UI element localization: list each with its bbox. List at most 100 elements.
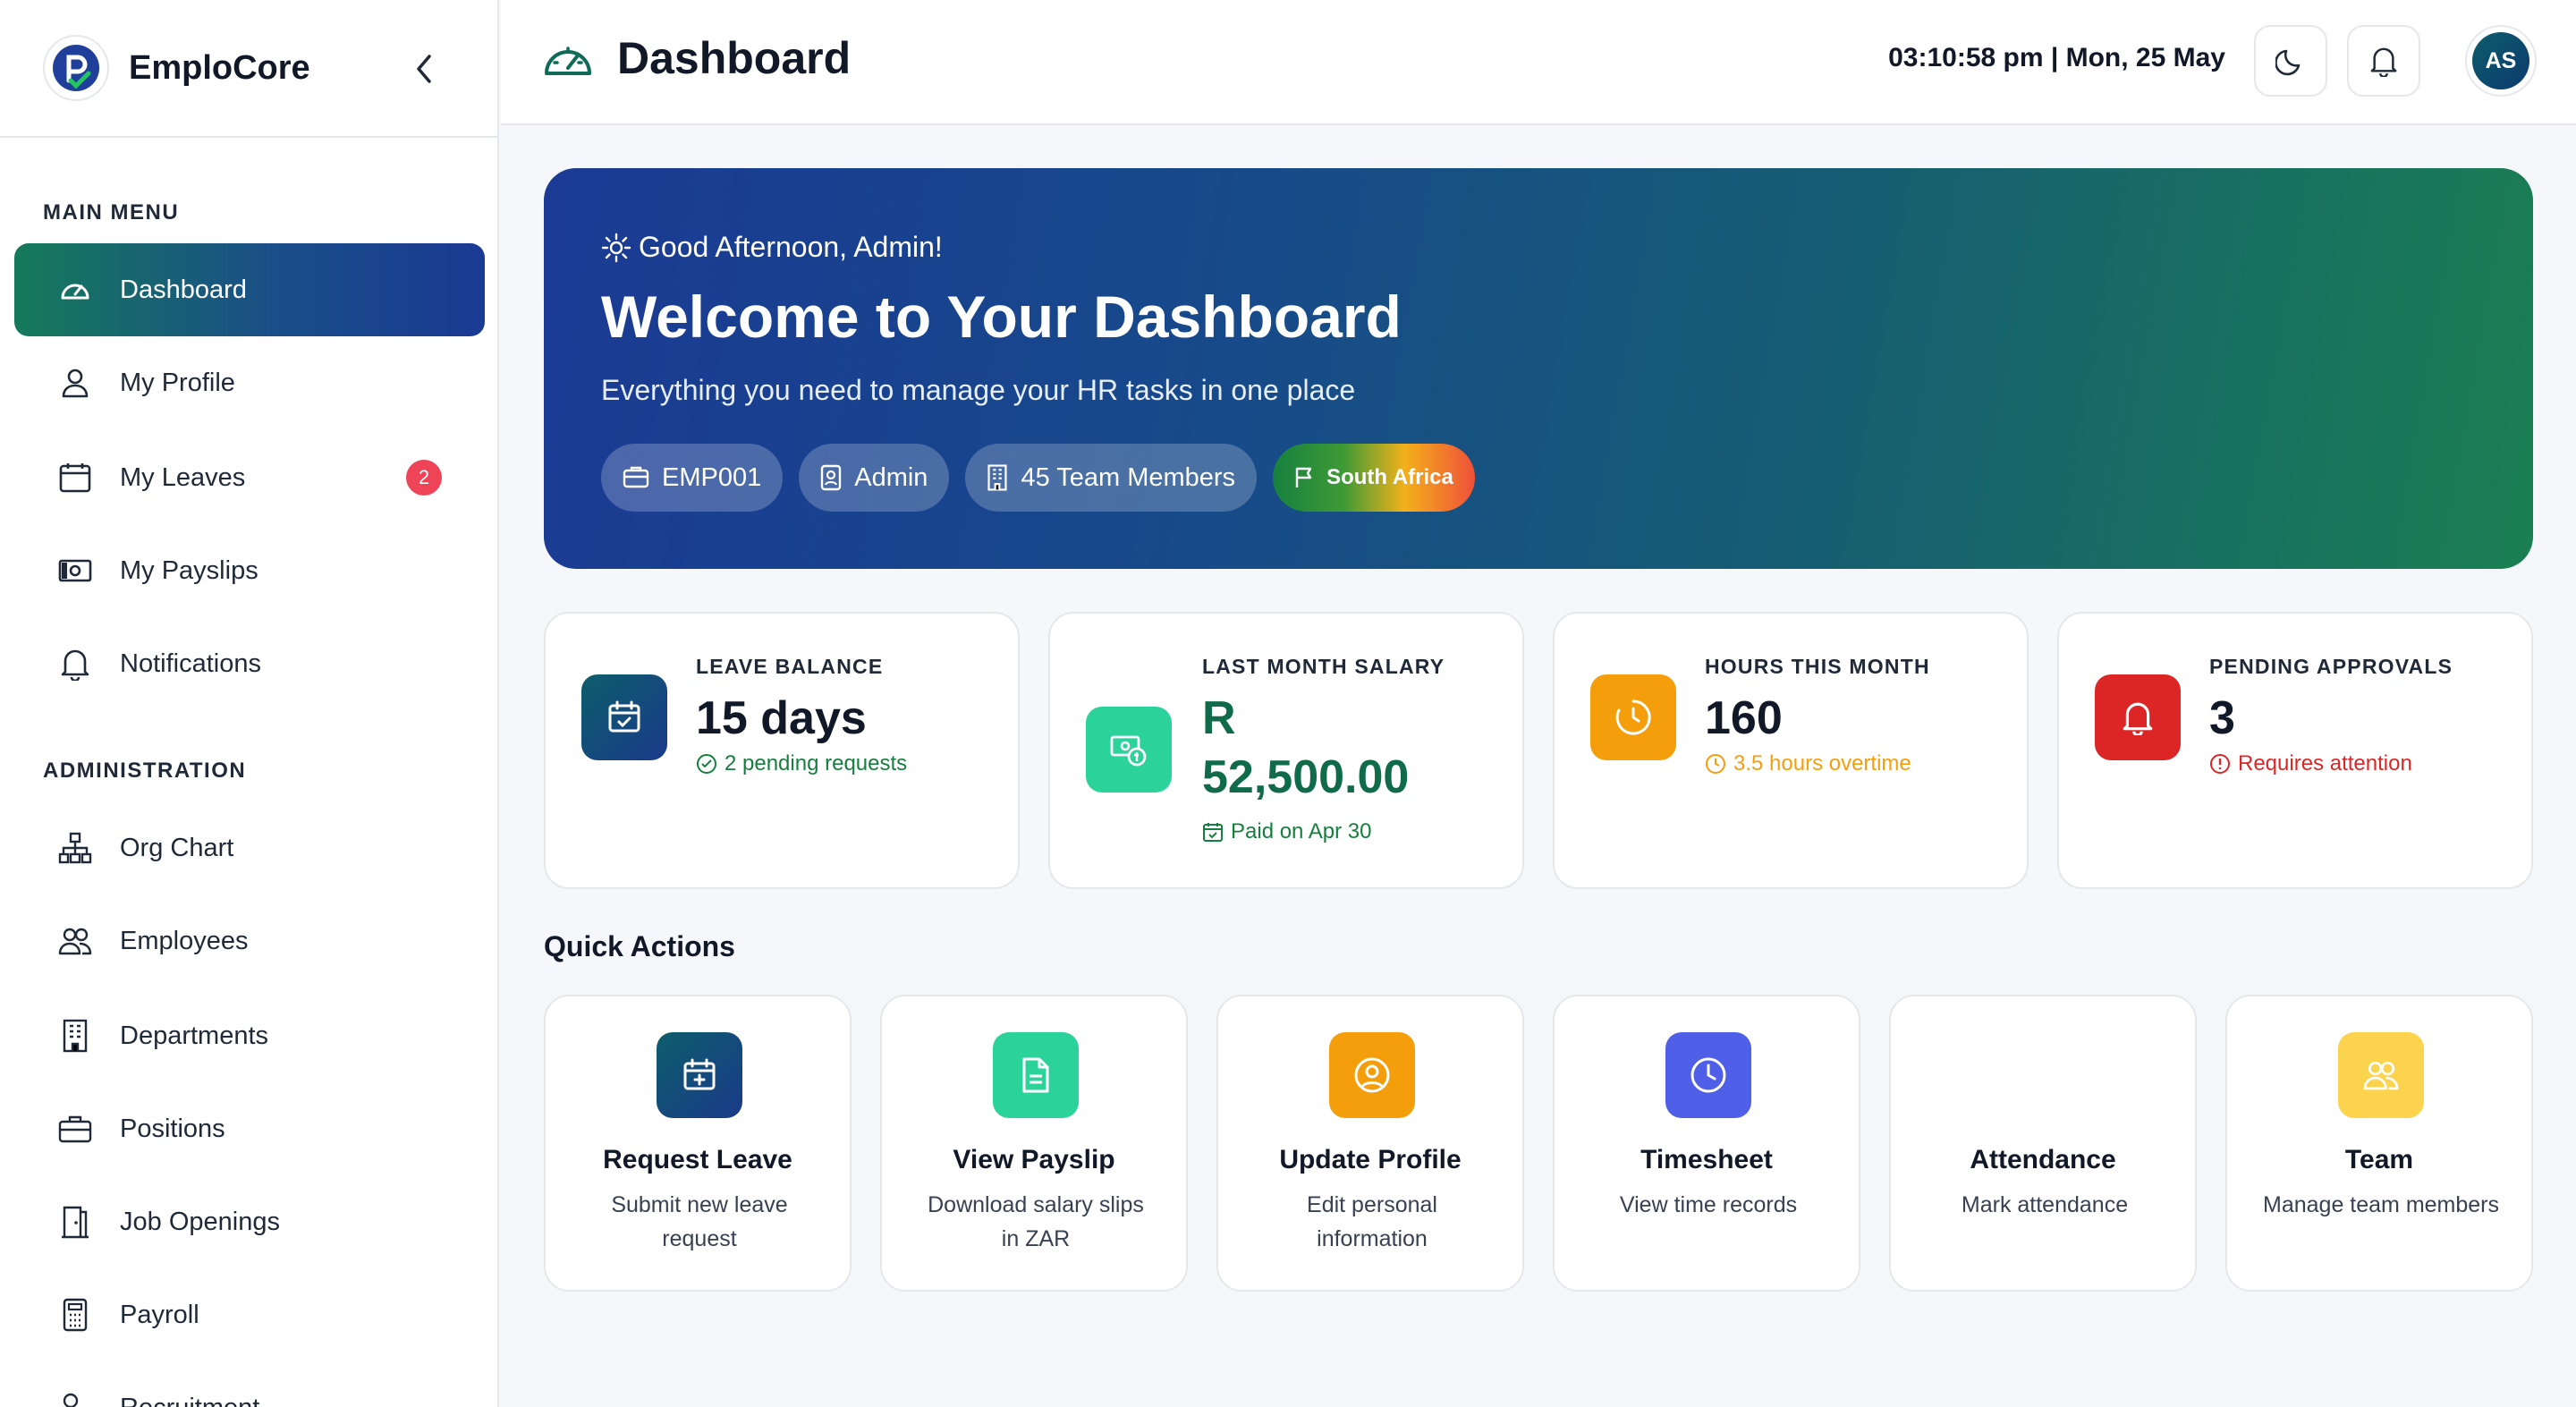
- sidebar-item-my-profile[interactable]: My Profile: [14, 336, 485, 429]
- pill-label: South Africa: [1326, 465, 1453, 489]
- check-circle-icon: [697, 754, 716, 774]
- app-logo: [43, 35, 109, 101]
- banknote-icon: [57, 553, 93, 589]
- stat-note-text: Requires attention: [2238, 751, 2412, 776]
- sidebar-item-notifications[interactable]: Notifications: [14, 617, 485, 710]
- flag-icon: [1294, 466, 1314, 489]
- pill-label: Admin: [854, 462, 928, 492]
- administration-title: ADMINISTRATION: [43, 759, 247, 783]
- main-menu-title: MAIN MENU: [43, 200, 180, 225]
- user-avatar[interactable]: AS: [2465, 25, 2537, 97]
- sidebar-item-label: Notifications: [120, 648, 261, 678]
- bell-icon: [57, 646, 93, 682]
- user-plus-icon: [57, 1390, 93, 1407]
- action-description: Download salary slips in ZAR: [928, 1192, 1144, 1251]
- badge-icon: [820, 464, 842, 491]
- stat-value: 3: [2209, 692, 2235, 744]
- document-icon: [993, 1032, 1079, 1118]
- stat-note-text: 2 pending requests: [724, 751, 908, 776]
- stat-label: PENDING APPROVALS: [2209, 655, 2453, 678]
- check-icon: [2002, 1032, 2088, 1118]
- stat-label: LAST MONTH SALARY: [1202, 655, 1445, 678]
- stat-note-text: Paid on Apr 30: [1231, 819, 1372, 843]
- moon-icon: [2275, 49, 2301, 76]
- action-title: Timesheet: [1640, 1145, 1773, 1174]
- sidebar-item-label: Employees: [120, 926, 249, 955]
- stat-note: Requires attention: [2209, 751, 2412, 776]
- clock-icon: [1706, 754, 1725, 774]
- building-icon: [987, 464, 1008, 491]
- stat-label: LEAVE BALANCE: [696, 655, 884, 678]
- sidebar-item-my-leaves[interactable]: My Leaves 2: [14, 431, 485, 524]
- pill-label: EMP001: [662, 462, 762, 492]
- user-circle-icon: [1329, 1032, 1415, 1118]
- sidebar-item-dashboard[interactable]: Dashboard: [14, 243, 485, 336]
- gauge-icon: [57, 272, 93, 308]
- greeting: Good Afternoon, Admin!: [601, 231, 943, 264]
- stat-note: Paid on Apr 30: [1202, 819, 1371, 844]
- quick-actions-title: Quick Actions: [544, 930, 735, 962]
- sidebar-item-org-chart[interactable]: Org Chart: [14, 801, 485, 894]
- hours-this-month-card: HOURS THIS MONTH 160 3.5 hours overtime: [1553, 612, 2029, 889]
- datetime-display: 03:10:58 pm | Mon, 25 May: [1888, 43, 2225, 72]
- calendar-plus-icon: [657, 1032, 742, 1118]
- sidebar-item-job-openings[interactable]: Job Openings: [14, 1175, 485, 1268]
- pending-approvals-card: PENDING APPROVALS 3 Requires attention: [2057, 612, 2533, 889]
- sidebar-item-label: My Payslips: [120, 555, 258, 585]
- building-icon: [57, 1018, 93, 1054]
- stat-label: HOURS THIS MONTH: [1705, 655, 1930, 678]
- request-leave-action[interactable]: Request Leave Submit new leave request: [544, 995, 852, 1292]
- money-icon: [1086, 707, 1172, 792]
- team-members-pill: 45 Team Members: [965, 444, 1258, 512]
- calendar-check-icon: [581, 674, 667, 760]
- country-pill: South Africa: [1273, 444, 1475, 512]
- update-profile-action[interactable]: Update Profile Edit personal information: [1216, 995, 1524, 1292]
- sidebar-item-label: Org Chart: [120, 833, 234, 862]
- sidebar-item-positions[interactable]: Positions: [14, 1082, 485, 1175]
- leaves-count-badge: 2: [406, 460, 442, 496]
- sidebar-item-my-payslips[interactable]: My Payslips: [14, 524, 485, 617]
- clock-icon: [1590, 674, 1676, 760]
- last-month-salary-card: LAST MONTH SALARY R 52,500.00 Paid on Ap…: [1048, 612, 1524, 889]
- action-description: Submit new leave request: [611, 1192, 788, 1251]
- attendance-action[interactable]: Attendance Mark attendance: [1889, 995, 2197, 1292]
- sidebar-item-employees[interactable]: Employees: [14, 894, 485, 987]
- id-card-icon: [623, 466, 649, 489]
- chevron-left-icon: [417, 55, 431, 83]
- notifications-button[interactable]: [2347, 25, 2420, 97]
- sidebar-item-label: My Profile: [120, 368, 235, 397]
- users-icon: [57, 923, 93, 959]
- sidebar-item-label: My Leaves: [120, 462, 246, 492]
- timesheet-action[interactable]: Timesheet View time records: [1553, 995, 1860, 1292]
- sidebar-item-recruitment[interactable]: Recruitment: [14, 1361, 485, 1407]
- sidebar-item-departments[interactable]: Departments: [14, 989, 485, 1082]
- bell-icon: [2370, 47, 2397, 77]
- calendar-icon: [57, 460, 93, 496]
- action-title: Attendance: [1970, 1145, 2116, 1174]
- brand: EmploCore: [0, 0, 497, 138]
- user-info-pills: EMP001 Admin 45 Team Members South Afric…: [601, 444, 1475, 512]
- action-title: View Payslip: [953, 1145, 1115, 1174]
- stat-value: 15 days: [696, 692, 867, 744]
- users-icon: [2338, 1032, 2424, 1118]
- stat-note: 3.5 hours overtime: [1705, 751, 1911, 776]
- sidebar-item-payroll[interactable]: Payroll: [14, 1268, 485, 1361]
- sidebar-item-label: Payroll: [120, 1300, 199, 1329]
- page-title: Dashboard: [617, 33, 852, 83]
- view-payslip-action[interactable]: View Payslip Download salary slips in ZA…: [880, 995, 1188, 1292]
- collapse-sidebar-button[interactable]: [401, 45, 449, 93]
- role-pill: Admin: [799, 444, 950, 512]
- pill-label: 45 Team Members: [1021, 462, 1236, 492]
- avatar-initials: AS: [2472, 32, 2529, 89]
- team-action[interactable]: Team Manage team members: [2225, 995, 2533, 1292]
- sun-icon: [601, 233, 631, 262]
- clock-icon: [1665, 1032, 1751, 1118]
- sidebar: EmploCore MAIN MENU Dashboard My Profile…: [0, 0, 499, 1407]
- sidebar-item-label: Positions: [120, 1114, 225, 1143]
- leave-balance-card: LEAVE BALANCE 15 days 2 pending requests: [544, 612, 1020, 889]
- action-title: Request Leave: [603, 1145, 792, 1174]
- action-description: View time records: [1619, 1192, 1798, 1217]
- stat-value-amount: 52,500.00: [1202, 751, 1410, 803]
- sidebar-item-label: Dashboard: [120, 275, 247, 304]
- dark-mode-toggle[interactable]: [2254, 25, 2327, 97]
